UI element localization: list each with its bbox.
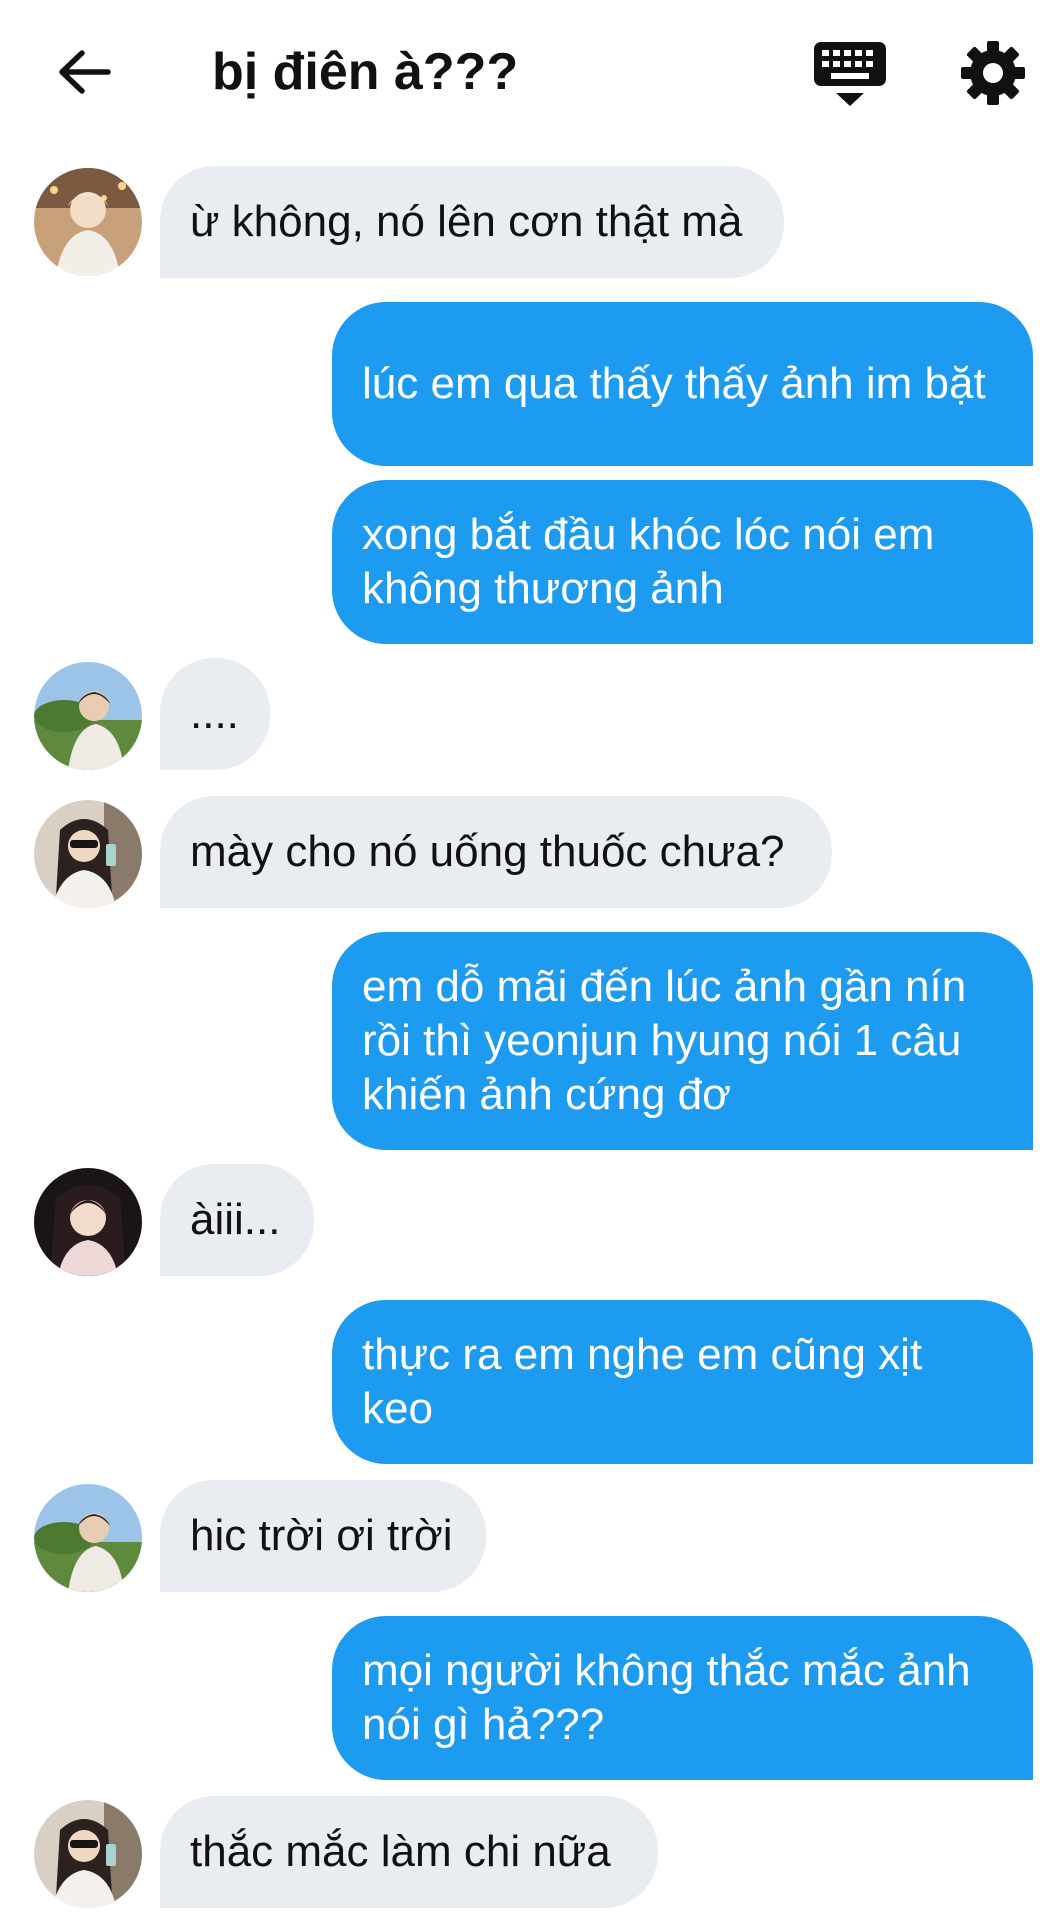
message-bubble-outgoing[interactable]: em dỗ mãi đến lúc ảnh gần nín rồi thì ye… bbox=[332, 932, 1033, 1150]
avatar[interactable] bbox=[34, 1800, 142, 1908]
message-bubble-outgoing[interactable]: thực ra em nghe em cũng xịt keo bbox=[332, 1300, 1033, 1464]
message-bubble-outgoing[interactable]: xong bắt đầu khóc lóc nói em không thươn… bbox=[332, 480, 1033, 644]
avatar[interactable] bbox=[34, 662, 142, 770]
avatar-3 bbox=[34, 800, 142, 908]
message-bubble-outgoing[interactable]: mọi người không thắc mắc ảnh nói gì hả??… bbox=[332, 1616, 1033, 1780]
avatar-3 bbox=[34, 1800, 142, 1908]
message-text: thực ra em nghe em cũng xịt keo bbox=[362, 1330, 923, 1433]
message-text: em dỗ mãi đến lúc ảnh gần nín rồi thì ye… bbox=[362, 962, 967, 1119]
message-text: .... bbox=[190, 689, 239, 738]
avatar-4 bbox=[34, 1168, 142, 1276]
message-bubble-outgoing[interactable]: lúc em qua thấy thấy ảnh im bặt bbox=[332, 302, 1033, 466]
avatar-2 bbox=[34, 662, 142, 770]
message-text: mày cho nó uống thuốc chưa? bbox=[190, 827, 785, 876]
avatar-1 bbox=[34, 168, 142, 276]
message-bubble-incoming[interactable]: mày cho nó uống thuốc chưa? bbox=[160, 796, 832, 908]
message-bubble-incoming[interactable]: .... bbox=[160, 658, 270, 770]
avatar-2 bbox=[34, 1484, 142, 1592]
message-bubble-incoming[interactable]: hic trời ơi trời bbox=[160, 1480, 486, 1592]
message-bubble-incoming[interactable]: àiii... bbox=[160, 1164, 314, 1276]
message-text: xong bắt đầu khóc lóc nói em không thươn… bbox=[362, 510, 935, 613]
message-text: lúc em qua thấy thấy ảnh im bặt bbox=[362, 359, 986, 408]
message-text: thắc mắc làm chi nữa bbox=[190, 1827, 611, 1876]
message-text: àiii... bbox=[190, 1195, 281, 1244]
message-bubble-incoming[interactable]: thắc mắc làm chi nữa bbox=[160, 1796, 658, 1908]
message-text: hic trời ơi trời bbox=[190, 1511, 453, 1560]
avatar[interactable] bbox=[34, 1484, 142, 1592]
avatar[interactable] bbox=[34, 800, 142, 908]
avatar[interactable] bbox=[34, 1168, 142, 1276]
message-text: mọi người không thắc mắc ảnh nói gì hả??… bbox=[362, 1646, 971, 1749]
message-text: ừ không, nó lên cơn thật mà bbox=[190, 197, 743, 246]
message-thread: ừ không, nó lên cơn thật mà lúc em qua t… bbox=[0, 0, 1045, 1920]
avatar[interactable] bbox=[34, 168, 142, 276]
message-bubble-incoming[interactable]: ừ không, nó lên cơn thật mà bbox=[160, 166, 784, 278]
